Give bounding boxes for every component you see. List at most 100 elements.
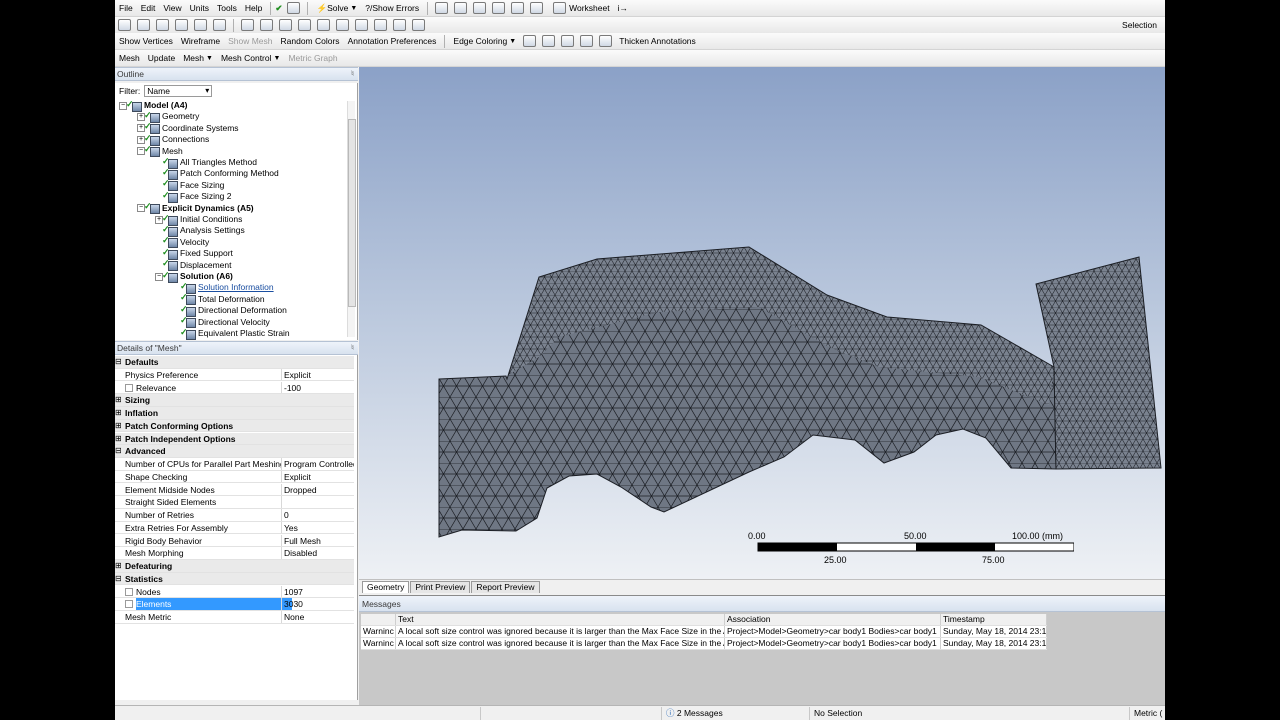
menu-file[interactable]: File (115, 3, 137, 13)
show-errors-button[interactable]: ?/Show Errors (361, 3, 423, 13)
details-property-row[interactable]: Number of CPUs for Parallel Part Meshing… (115, 458, 354, 471)
message-row[interactable]: Warninc A local soft size control was ign… (361, 638, 1047, 650)
fit-view-icon[interactable] (317, 19, 330, 31)
vertex-select-icon[interactable] (156, 19, 169, 31)
edge-style-icon[interactable] (580, 35, 594, 47)
new-analysis-icon[interactable] (287, 2, 301, 14)
property-value[interactable]: Explicit (281, 368, 354, 381)
outline-tree-item[interactable]: −Mesh (137, 144, 183, 158)
show-vertices-button[interactable]: Show Vertices (115, 36, 177, 46)
outline-tree-item[interactable]: Equivalent Plastic Strain (173, 327, 290, 340)
outline-tree-item[interactable]: Directional Deformation (173, 304, 287, 317)
mesh-control-button[interactable]: Mesh Control ▼ (217, 53, 285, 63)
column-header-timestamp[interactable]: Timestamp (941, 614, 1047, 625)
details-property-row[interactable]: Straight Sided Elements (115, 496, 354, 509)
details-property-row[interactable]: Nodes 1097 (115, 585, 354, 599)
details-property-row[interactable]: Elements 3030 (115, 598, 354, 611)
edge-style-icon[interactable] (599, 35, 613, 47)
worksheet-button[interactable]: Worksheet (546, 2, 613, 14)
outline-tree-item[interactable]: −Solution (A6) (155, 270, 233, 283)
details-group-header[interactable]: Defeaturing (115, 560, 354, 573)
zoom-box-icon[interactable] (454, 2, 468, 14)
details-group-header[interactable]: Inflation (115, 407, 354, 420)
edge-style-icon[interactable] (542, 35, 556, 47)
iso-view-icon[interactable] (393, 19, 406, 31)
isometric-icon[interactable] (492, 2, 506, 14)
details-property-row[interactable]: Number of Retries 0 (115, 509, 354, 522)
column-header-text[interactable]: Text (396, 614, 725, 625)
outline-tree-item[interactable]: Solution Information (173, 281, 274, 294)
edge-style-icon[interactable] (523, 35, 537, 47)
status-messages[interactable]: ⓘ 2 Messages (661, 707, 809, 720)
details-group-header[interactable]: Sizing (115, 394, 354, 407)
menu-units[interactable]: Units (186, 3, 213, 13)
property-value[interactable]: Yes (281, 521, 354, 534)
outline-tree-item[interactable]: −Model (A4) (119, 99, 187, 112)
show-mesh-button[interactable]: Show Mesh (224, 36, 276, 46)
graphics-viewport[interactable]: 0.00 50.00 100.00 (mm) 25.00 75.00 (359, 67, 1165, 579)
property-value[interactable]: None (281, 611, 354, 623)
info-icon[interactable]: i→ (614, 3, 632, 13)
pin-icon[interactable]: ♮ (351, 342, 354, 354)
body-select-icon[interactable] (213, 19, 226, 31)
next-view-icon[interactable] (374, 19, 387, 31)
outline-tree-item[interactable]: +Coordinate Systems (137, 121, 239, 135)
zoom-icon[interactable] (435, 2, 449, 14)
parameter-checkbox[interactable] (125, 600, 133, 609)
details-property-row[interactable]: Relevance -100 (115, 381, 354, 395)
metric-graph-button[interactable]: Metric Graph (284, 53, 341, 63)
check-mark-icon[interactable]: ✔ (275, 3, 282, 14)
property-value[interactable]: 3030 (281, 598, 354, 610)
menu-view[interactable]: View (159, 3, 185, 13)
outline-tree-item[interactable]: All Triangles Method (155, 156, 257, 169)
edge-coloring-button[interactable]: Edge Coloring ▼ (449, 36, 520, 46)
rotate-icon[interactable] (241, 19, 254, 31)
edge-select-icon[interactable] (175, 19, 188, 31)
column-header-association[interactable]: Association (725, 614, 941, 625)
property-value[interactable]: 0 (281, 509, 354, 521)
mesh-menu-button[interactable]: Mesh ▼ (179, 53, 217, 63)
details-property-row[interactable]: Shape Checking Explicit (115, 470, 354, 484)
update-button[interactable]: Update (144, 53, 179, 63)
details-property-row[interactable]: Extra Retries For Assembly Yes (115, 521, 354, 535)
scrollbar-thumb[interactable] (348, 119, 356, 307)
details-group-header[interactable]: Statistics (115, 572, 354, 586)
property-value[interactable]: 1097 (281, 585, 354, 598)
status-units[interactable]: Metric ( (1129, 707, 1165, 720)
column-header-type[interactable] (361, 614, 396, 625)
details-group-header[interactable]: Patch Independent Options (115, 432, 354, 446)
face-select-icon[interactable] (194, 19, 207, 31)
outline-tree-item[interactable]: Face Sizing 2 (155, 190, 232, 203)
outline-tree-item[interactable]: Patch Conforming Method (155, 167, 279, 180)
details-property-row[interactable]: Physics Preference Explicit (115, 368, 354, 382)
thicken-annotations-button[interactable]: Thicken Annotations (615, 36, 700, 46)
menu-tools[interactable]: Tools (213, 3, 241, 13)
outline-scrollbar[interactable] (347, 101, 356, 337)
tab-report-preview[interactable]: Report Preview (471, 581, 540, 593)
select-icon[interactable] (118, 19, 131, 31)
property-value[interactable]: Program Controlled (281, 458, 354, 470)
outline-tree-item[interactable]: −Explicit Dynamics (A5) (137, 201, 254, 215)
previous-view-icon[interactable] (355, 19, 368, 31)
property-value[interactable]: Full Mesh (281, 534, 354, 547)
property-value[interactable]: -100 (281, 381, 354, 394)
property-value[interactable]: Explicit (281, 470, 354, 483)
property-value[interactable] (281, 496, 354, 508)
details-property-row[interactable]: Mesh Metric None (115, 611, 354, 624)
text-annotation-icon[interactable] (511, 2, 525, 14)
details-group-header[interactable]: Defaults (115, 356, 354, 369)
details-property-row[interactable]: Element Midside Nodes Dropped (115, 483, 354, 497)
property-value[interactable]: Dropped (281, 483, 354, 496)
solve-button[interactable]: ⚡ Solve ▼ (312, 3, 361, 14)
details-property-row[interactable]: Rigid Body Behavior Full Mesh (115, 534, 354, 548)
property-value[interactable]: Disabled (281, 547, 354, 559)
zoom-fit-icon[interactable] (473, 2, 487, 14)
menu-help[interactable]: Help (241, 3, 266, 13)
filter-select[interactable]: Name (144, 85, 213, 97)
menu-edit[interactable]: Edit (137, 3, 160, 13)
annotation-preferences-button[interactable]: Annotation Preferences (344, 36, 441, 46)
parameter-checkbox[interactable] (125, 587, 133, 596)
details-group-header[interactable]: Patch Conforming Options (115, 419, 354, 433)
message-row[interactable]: Warninc A local soft size control was ign… (361, 626, 1047, 638)
details-group-header[interactable]: Advanced (115, 445, 354, 458)
